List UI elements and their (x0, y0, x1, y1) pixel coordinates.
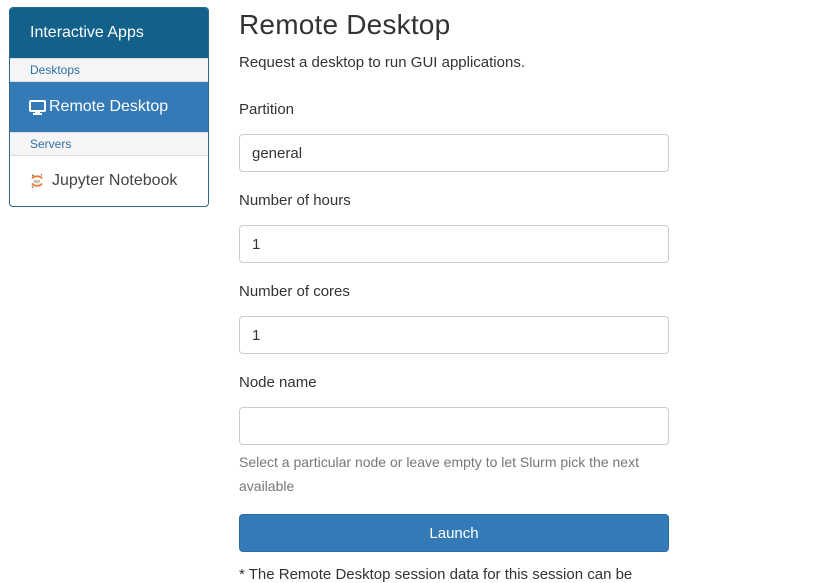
jupyter-icon: jup (30, 173, 44, 189)
sidebar-group-servers: Servers (10, 132, 208, 156)
partition-label: Partition (239, 101, 295, 118)
node-name-help: Select a particular node or leave empty … (239, 454, 639, 494)
node-name-label: Node name (239, 374, 317, 391)
monitor-icon (29, 99, 46, 115)
partition-field[interactable] (239, 134, 669, 172)
hours-label: Number of hours (239, 192, 351, 209)
cores-label: Number of cores (239, 283, 350, 300)
sidebar: Interactive Apps Desktops Remote Desktop… (9, 7, 209, 207)
sidebar-group-desktops: Desktops (10, 58, 208, 82)
sidebar-item-label: Jupyter Notebook (52, 172, 178, 189)
node-name-field[interactable] (239, 407, 669, 445)
sidebar-item-jupyter-notebook[interactable]: jup Jupyter Notebook (10, 156, 208, 206)
sidebar-item-label: Remote Desktop (49, 98, 169, 115)
main-content: Remote Desktop Request a desktop to run … (239, 0, 669, 583)
cores-field[interactable] (239, 316, 669, 354)
page-description: Request a desktop to run GUI application… (239, 54, 525, 71)
sidebar-header: Interactive Apps (10, 8, 208, 58)
footnote: * The Remote Desktop session data for th… (239, 566, 633, 583)
hours-field[interactable] (239, 225, 669, 263)
sidebar-item-remote-desktop[interactable]: Remote Desktop (10, 82, 208, 132)
launch-button[interactable]: Launch (239, 514, 669, 552)
svg-text:jup: jup (33, 179, 41, 184)
page-title: Remote Desktop (239, 9, 451, 40)
